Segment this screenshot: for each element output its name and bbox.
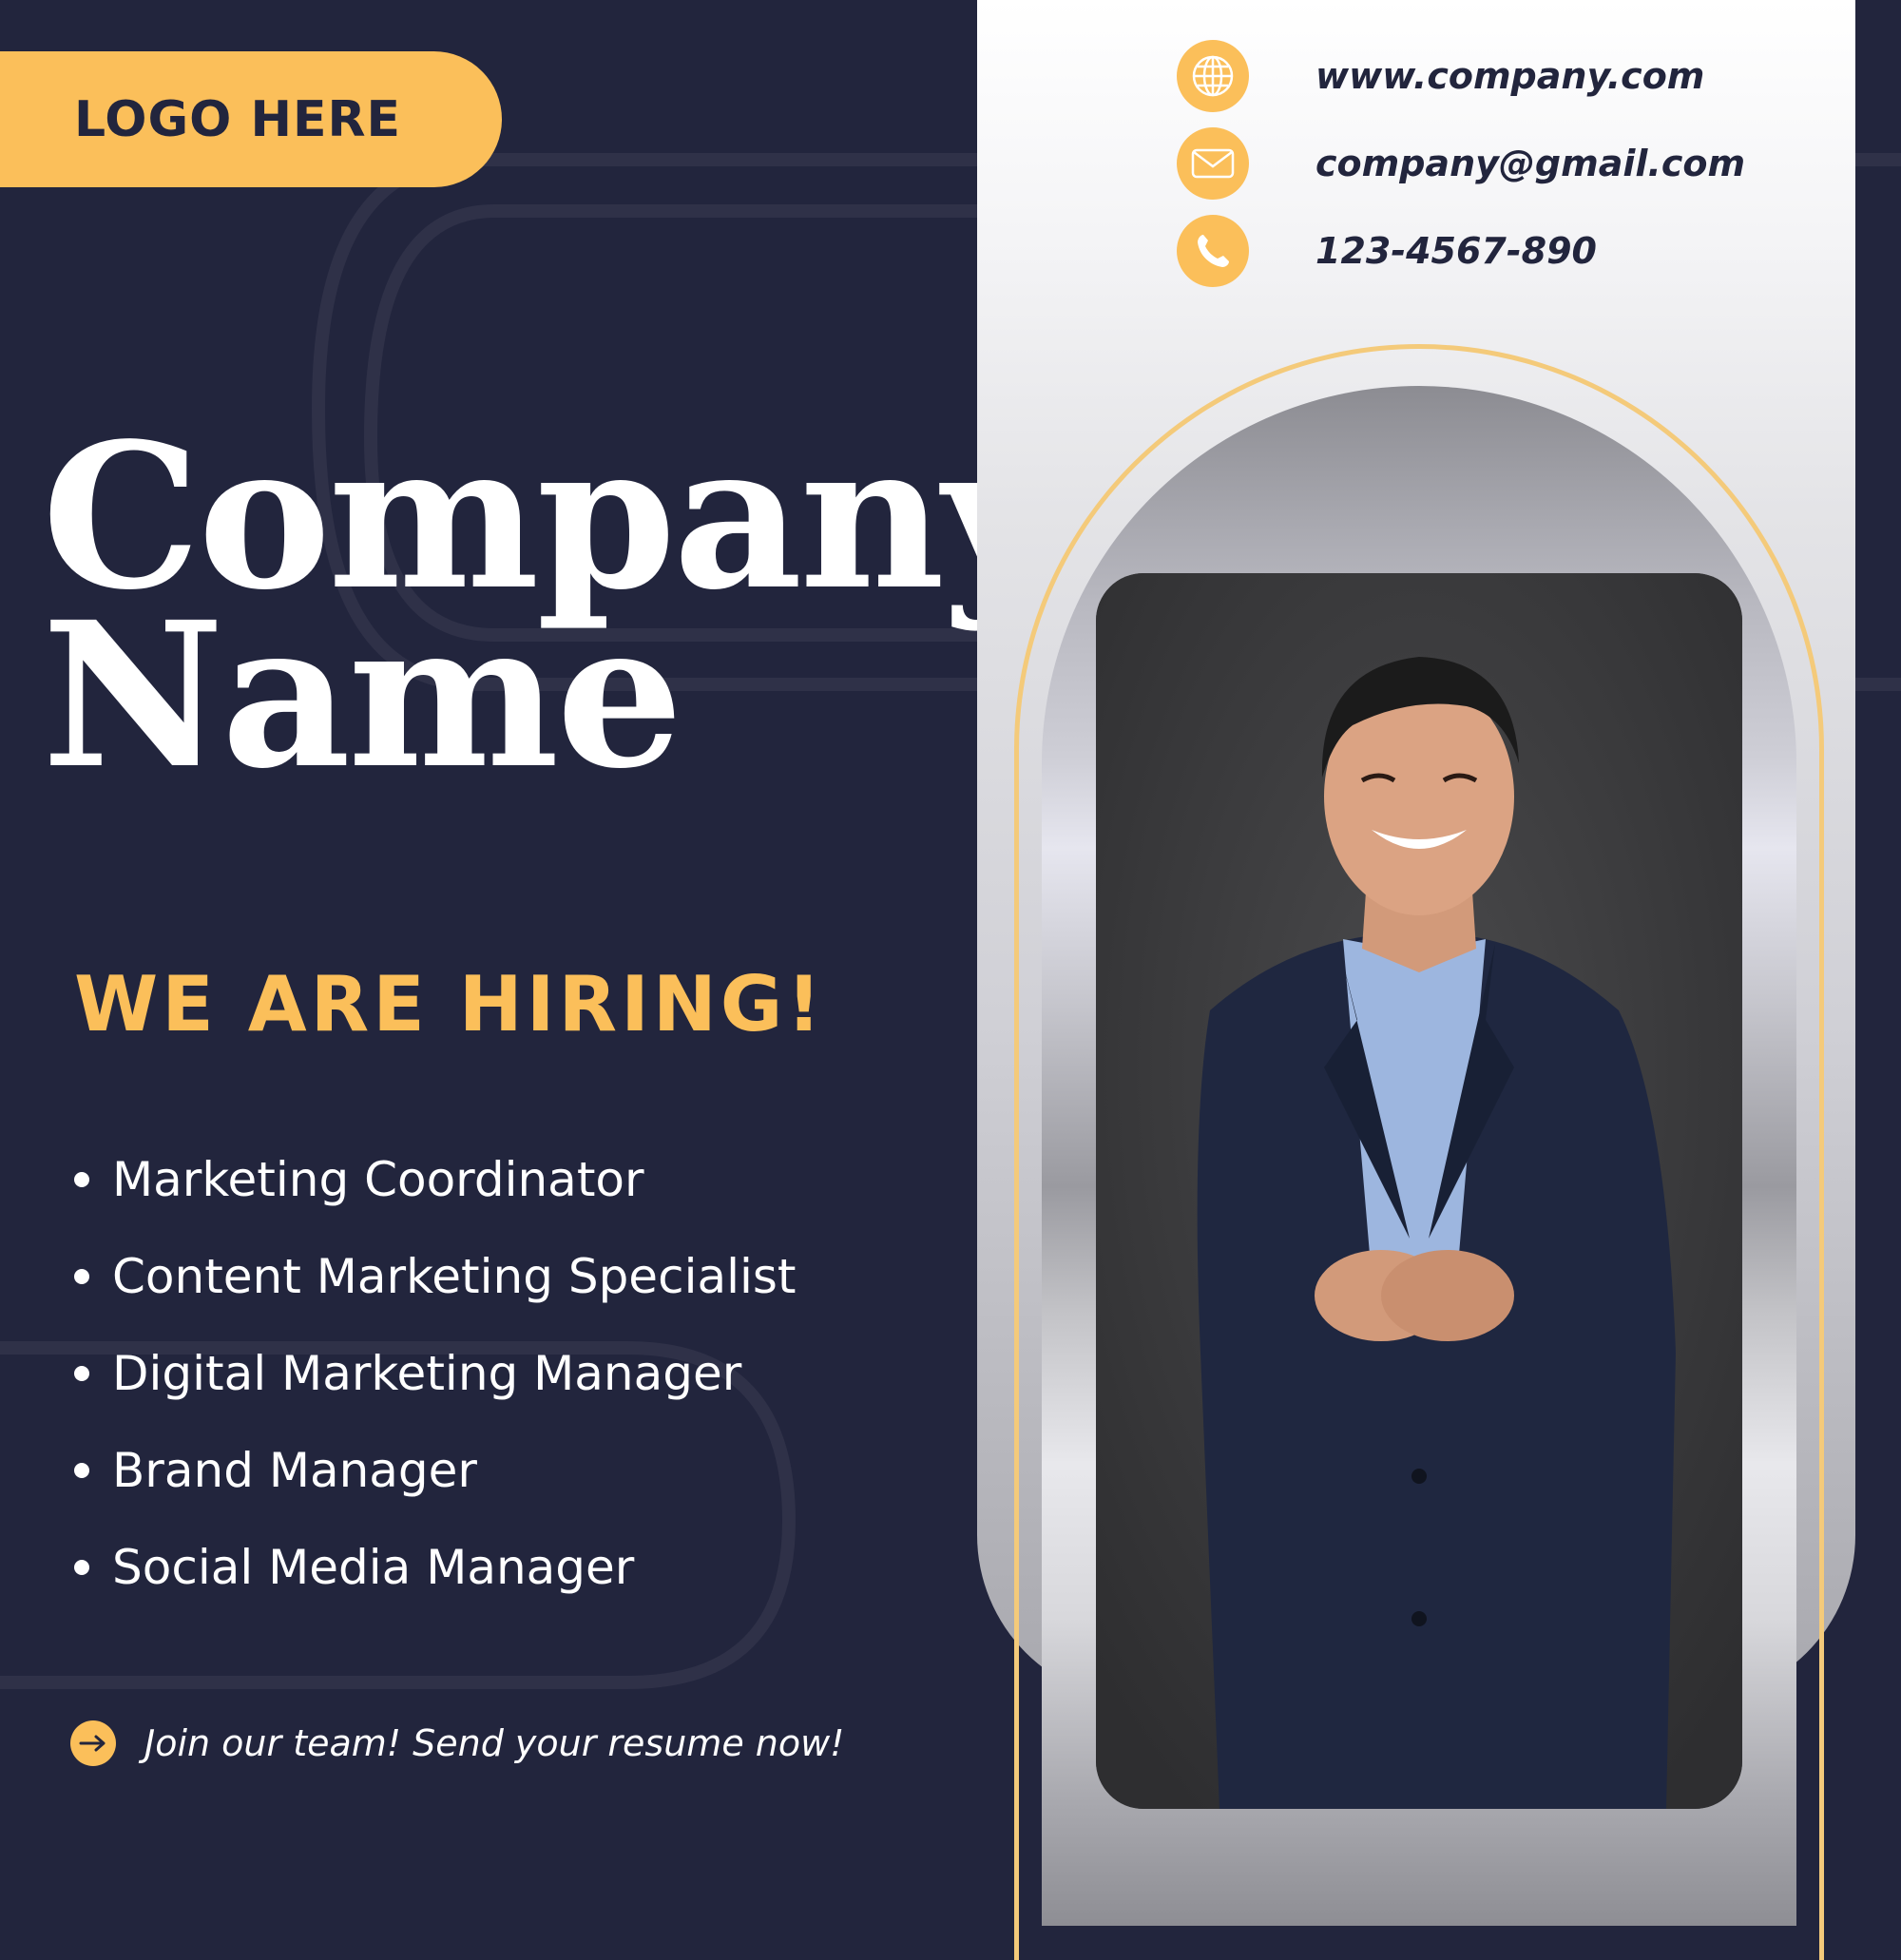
logo-text: LOGO HERE <box>74 90 402 148</box>
cta-text: Join our team! Send your resume now! <box>144 1722 845 1764</box>
person-photo <box>1096 573 1742 1809</box>
logo-badge: LOGO HERE <box>0 51 502 187</box>
call-to-action[interactable]: Join our team! Send your resume now! <box>70 1720 844 1766</box>
position-item: Content Marketing Specialist <box>74 1228 797 1325</box>
position-label: Social Media Manager <box>112 1540 635 1595</box>
phone-icon <box>1177 215 1249 287</box>
position-item: Marketing Coordinator <box>74 1131 797 1228</box>
position-item: Social Media Manager <box>74 1519 797 1616</box>
phone-text: 123-4567-890 <box>1315 230 1597 272</box>
position-label: Marketing Coordinator <box>112 1152 644 1207</box>
website-text: www.company.com <box>1315 55 1705 97</box>
bullet-icon <box>74 1172 89 1187</box>
phone-row[interactable]: 123-4567-890 <box>1177 215 1597 287</box>
email-text: company@gmail.com <box>1315 143 1746 184</box>
position-label: Brand Manager <box>112 1443 477 1498</box>
envelope-icon <box>1177 127 1249 200</box>
position-label: Digital Marketing Manager <box>112 1346 742 1401</box>
position-item: Brand Manager <box>74 1422 797 1519</box>
bullet-icon <box>74 1560 89 1575</box>
bullet-icon <box>74 1269 89 1284</box>
bullet-icon <box>74 1366 89 1381</box>
position-label: Content Marketing Specialist <box>112 1249 797 1304</box>
positions-list: Marketing Coordinator Content Marketing … <box>74 1131 797 1616</box>
website-row[interactable]: www.company.com <box>1177 40 1704 112</box>
arrow-right-icon <box>70 1720 116 1766</box>
email-row[interactable]: company@gmail.com <box>1177 127 1745 200</box>
hiring-headline: WE ARE HIRING! <box>74 960 825 1048</box>
company-name: Company Name <box>42 417 1058 796</box>
bullet-icon <box>74 1463 89 1478</box>
position-item: Digital Marketing Manager <box>74 1325 797 1422</box>
globe-icon <box>1177 40 1249 112</box>
